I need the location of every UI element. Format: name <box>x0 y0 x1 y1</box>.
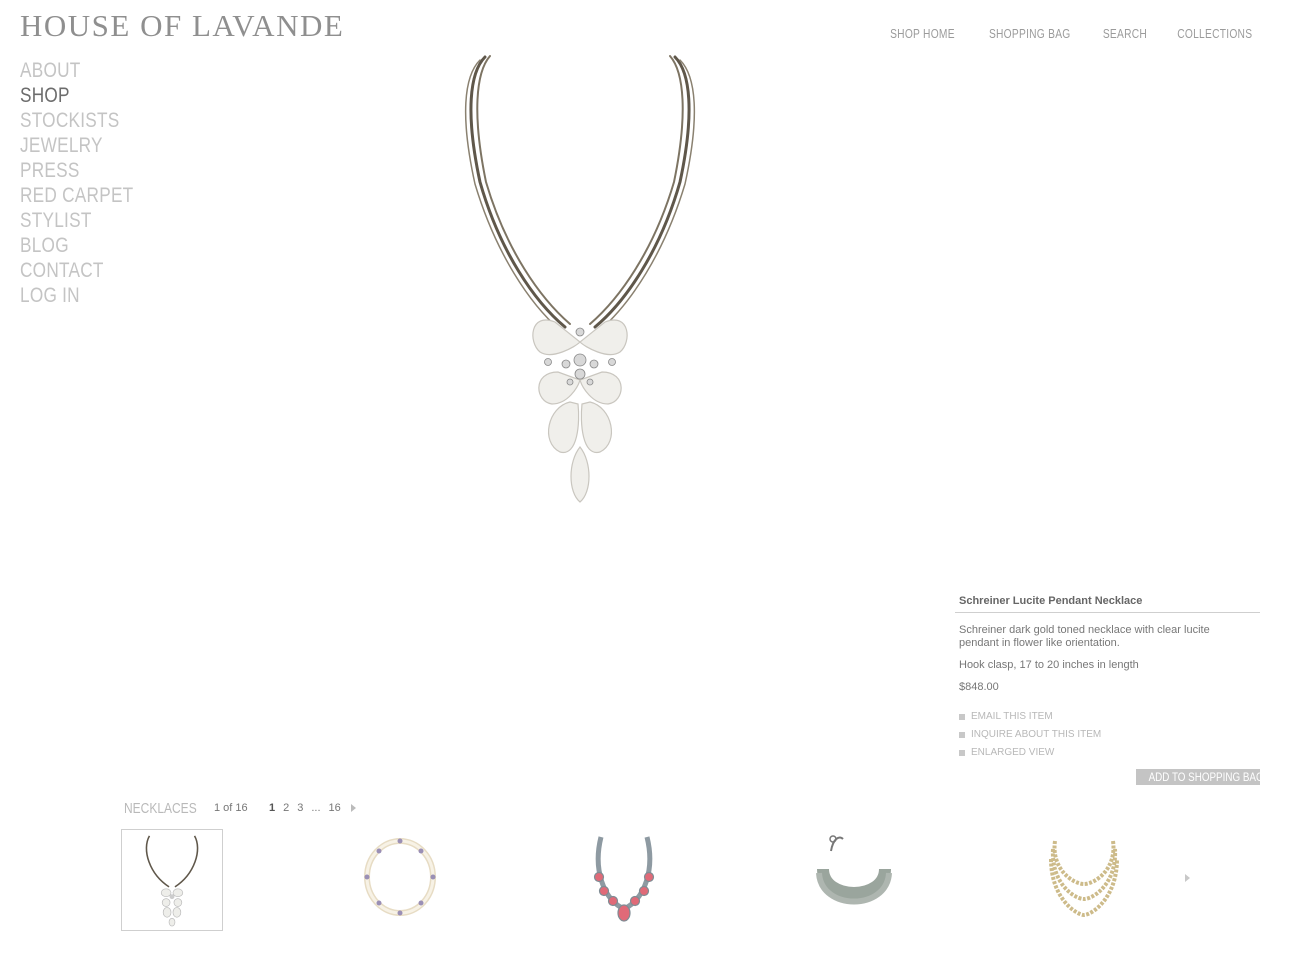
top-nav: SHOP HOME SHOPPING BAG SEARCH COLLECTION… <box>883 27 1261 41</box>
bullet-square-icon <box>959 750 965 756</box>
next-page-arrow-icon[interactable] <box>350 804 356 812</box>
side-nav-shop[interactable]: SHOP <box>20 83 133 108</box>
page-ellipsis: ... <box>311 802 321 814</box>
product-title: Schreiner Lucite Pendant Necklace <box>955 595 1260 613</box>
top-nav-shopping-bag[interactable]: SHOPPING BAG <box>989 27 1071 41</box>
product-price: $848.00 <box>959 681 999 693</box>
thumb-crystal-choker[interactable] <box>803 829 905 931</box>
thumb-lucite-pendant[interactable] <box>121 829 223 931</box>
page-link-1[interactable]: 1 <box>269 802 275 814</box>
top-nav-collections[interactable]: COLLECTIONS <box>1178 27 1253 41</box>
site-logo[interactable]: HOUSE OF LAVANDE <box>20 8 344 44</box>
side-nav-blog[interactable]: BLOG <box>20 233 133 258</box>
side-nav: ABOUT SHOP STOCKISTS JEWELRY PRESS RED C… <box>20 58 158 308</box>
enlarged-view-link[interactable]: ENLARGED VIEW <box>959 744 1260 762</box>
product-actions: EMAIL THIS ITEM INQUIRE ABOUT THIS ITEM … <box>959 708 1260 762</box>
thumb-coral-bib[interactable] <box>573 829 675 931</box>
top-nav-search[interactable]: SEARCH <box>1102 27 1146 41</box>
item-count: 1 of 16 <box>214 802 248 814</box>
inquire-item-link[interactable]: INQUIRE ABOUT THIS ITEM <box>959 726 1260 744</box>
side-nav-jewelry[interactable]: JEWELRY <box>20 133 133 158</box>
page-link-16[interactable]: 16 <box>329 802 341 814</box>
product-description: Schreiner dark gold toned necklace with … <box>959 624 1210 649</box>
thumbnails-next-arrow-icon[interactable] <box>1185 874 1190 882</box>
product-spec: Hook clasp, 17 to 20 inches in length <box>959 659 1139 671</box>
side-nav-stylist[interactable]: STYLIST <box>20 208 133 233</box>
category-label: NECKLACES <box>124 800 197 817</box>
top-nav-shop-home[interactable]: SHOP HOME <box>890 27 955 41</box>
email-item-link[interactable]: EMAIL THIS ITEM <box>959 708 1260 726</box>
add-to-bag-button[interactable]: ADD TO SHOPPING BAG <box>1136 769 1264 785</box>
side-nav-red-carpet[interactable]: RED CARPET <box>20 183 133 208</box>
side-nav-contact[interactable]: CONTACT <box>20 258 133 283</box>
side-nav-stockists[interactable]: STOCKISTS <box>20 108 133 133</box>
side-nav-press[interactable]: PRESS <box>20 158 133 183</box>
side-nav-about[interactable]: ABOUT <box>20 58 133 83</box>
product-details: Schreiner Lucite Pendant Necklace Schrei… <box>955 595 1260 762</box>
thumb-gold-leaf-layered[interactable] <box>1033 829 1135 931</box>
page-link-3[interactable]: 3 <box>297 802 303 814</box>
page-link-2[interactable]: 2 <box>283 802 289 814</box>
side-nav-log-in[interactable]: LOG IN <box>20 283 133 308</box>
pagination: 1 2 3 ... 16 <box>269 802 356 814</box>
product-main-image[interactable] <box>440 42 720 517</box>
bullet-square-icon <box>959 732 965 738</box>
bullet-square-icon <box>959 714 965 720</box>
thumb-pearl-collar[interactable] <box>349 829 451 931</box>
